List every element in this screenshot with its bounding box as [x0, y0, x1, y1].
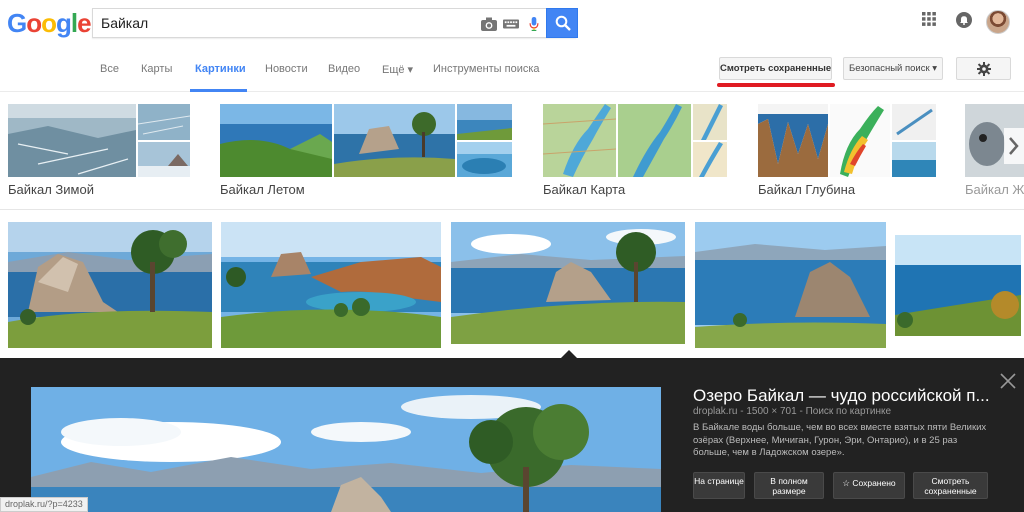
related-label: Байкал Карта [543, 182, 626, 197]
thumbnail-image [758, 104, 828, 177]
tab-all[interactable]: Все [100, 63, 119, 75]
result-image[interactable] [895, 235, 1021, 336]
thumbnail-image [220, 104, 332, 177]
search-box [92, 8, 578, 38]
related-search-summer[interactable]: Байкал Летом [220, 104, 512, 197]
microphone-icon[interactable] [526, 17, 542, 31]
thumbnail-image [334, 104, 455, 177]
preview-description: В Байкале воды больше, чем во всех вмест… [693, 422, 987, 458]
view-saved-button[interactable]: Смотреть сохраненные [719, 57, 832, 80]
apps-icon[interactable] [922, 12, 936, 26]
logo-letter: o [26, 8, 42, 38]
thumbnail-image [892, 104, 936, 140]
panel-pointer [561, 350, 577, 358]
thumbnail-image [892, 142, 936, 177]
logo-letter: G [7, 8, 27, 38]
view-saved-preview-button[interactable]: Смотреть сохраненные [913, 472, 988, 499]
search-input[interactable] [101, 13, 461, 33]
thumbnail-image [543, 104, 616, 177]
full-size-button[interactable]: В полном размере [754, 472, 824, 499]
logo-letter: o [41, 8, 57, 38]
logo-letter: g [56, 8, 72, 38]
thumbnail-image [693, 104, 727, 140]
thumbnail-image [8, 104, 136, 177]
google-logo[interactable]: Google [7, 8, 92, 39]
header: Google [0, 0, 1024, 46]
visit-page-button[interactable]: На странице [693, 472, 745, 499]
camera-icon[interactable] [481, 17, 497, 31]
preview-image[interactable] [31, 387, 661, 512]
thumbnail-image [830, 104, 890, 177]
thumbnail-image [693, 142, 727, 177]
tab-news[interactable]: Новости [265, 63, 308, 75]
search-button[interactable] [546, 8, 578, 38]
preview-title[interactable]: Озеро Байкал — чудо российской п... [693, 386, 993, 406]
preview-meta: droplak.ru - 1500 × 701 - Поиск по карти… [693, 406, 892, 417]
related-label: Байкал Глубина [758, 182, 856, 197]
keyboard-icon[interactable] [503, 17, 519, 31]
notifications-icon[interactable] [956, 12, 972, 28]
tab-more[interactable]: Ещё ▾ [382, 63, 413, 76]
chevron-right-icon [1009, 137, 1019, 155]
highlight-underline [717, 83, 835, 87]
thumbnail-image [138, 104, 190, 140]
close-icon[interactable] [999, 372, 1017, 390]
tab-images[interactable]: Картинки [195, 63, 246, 75]
related-label: Байкал Зимой [8, 182, 94, 197]
settings-button[interactable] [956, 57, 1011, 80]
related-search-depth[interactable]: Байкал Глубина [758, 104, 936, 197]
thumbnail-image [457, 104, 512, 140]
result-image[interactable] [8, 222, 212, 348]
related-label: Байкал Летом [220, 182, 305, 197]
tab-video[interactable]: Видео [328, 63, 360, 75]
result-image[interactable] [451, 222, 685, 344]
safe-search-dropdown[interactable]: Безопасный поиск ▾ [843, 57, 943, 80]
result-image[interactable] [695, 222, 886, 348]
saved-button[interactable]: ☆ Сохранено [833, 472, 905, 499]
scroll-right-button[interactable] [1004, 128, 1024, 164]
related-search-winter[interactable]: Байкал Зимой [8, 104, 190, 197]
logo-letter: e [77, 8, 92, 38]
divider [0, 209, 1024, 210]
tab-search-tools[interactable]: Инструменты поиска [433, 63, 540, 75]
search-icon [555, 15, 571, 31]
avatar[interactable] [986, 10, 1010, 34]
result-image[interactable] [221, 222, 441, 348]
related-label: Байкал Ж [965, 182, 1024, 194]
related-search-map[interactable]: Байкал Карта [543, 104, 727, 197]
active-tab-indicator [190, 89, 247, 92]
thumbnail-image [618, 104, 691, 177]
tab-maps[interactable]: Карты [141, 63, 172, 75]
gear-icon [977, 62, 991, 76]
thumbnail-image [138, 142, 190, 177]
status-bar-url: droplak.ru/?p=4233 [0, 497, 88, 512]
thumbnail-image [457, 142, 512, 177]
